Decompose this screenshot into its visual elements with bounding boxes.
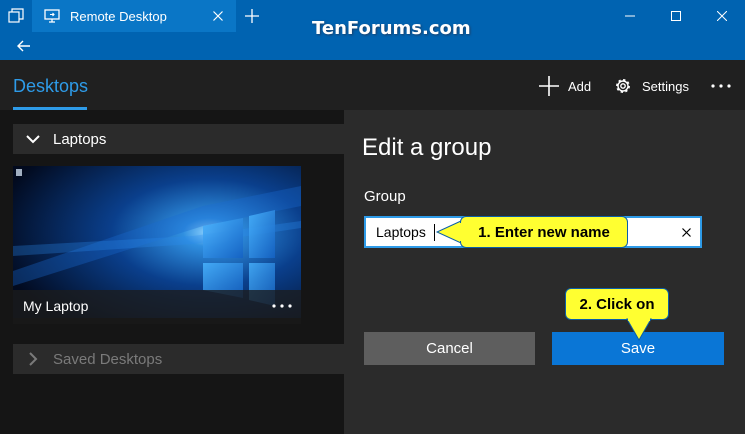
group-label: Laptops: [53, 130, 107, 148]
desktop-tile-caption: My Laptop: [13, 290, 301, 324]
more-options-button[interactable]: [706, 74, 736, 98]
watermark: TenForums.com: [312, 18, 471, 39]
desktop-tile[interactable]: My Laptop: [13, 166, 301, 324]
callout-pointer: [626, 318, 652, 342]
plus-icon: [245, 9, 259, 23]
group-header-saved-desktops[interactable]: Saved Desktops: [13, 344, 344, 374]
edit-group-panel: Edit a group Group Cancel Save: [344, 110, 745, 434]
gear-icon: [612, 75, 634, 97]
minimize-button[interactable]: [607, 0, 653, 32]
chevron-down-icon: [13, 124, 53, 154]
maximize-button[interactable]: [653, 0, 699, 32]
tab-close-button[interactable]: [206, 4, 230, 28]
tab-title: Remote Desktop: [70, 8, 167, 24]
chevron-right-icon: [13, 344, 53, 374]
tabs-overview-icon: [8, 8, 24, 23]
callout-click-on: 2. Click on: [565, 288, 669, 320]
panel-title: Edit a group: [362, 134, 492, 161]
more-icon: [272, 304, 292, 308]
close-icon: [213, 11, 223, 21]
desktop-name: My Laptop: [23, 298, 89, 314]
close-icon: [681, 227, 691, 237]
group-label: Saved Desktops: [53, 350, 163, 368]
new-tab-button[interactable]: [236, 0, 268, 32]
add-button-label: Add: [568, 78, 592, 94]
window-close-button[interactable]: [699, 0, 745, 32]
close-icon: [717, 11, 727, 21]
callout-enter-new-name: 1. Enter new name: [460, 216, 628, 248]
back-arrow-icon: [17, 40, 30, 52]
tab-switcher-button[interactable]: [0, 0, 32, 32]
app-command-bar: Desktops Add Settings: [0, 60, 745, 110]
tab-desktops[interactable]: Desktops: [13, 76, 88, 97]
cancel-button[interactable]: Cancel: [364, 332, 535, 365]
plus-icon: [538, 75, 560, 97]
desktops-list: Laptops My Laptop Saved Desktops: [0, 110, 344, 434]
add-button[interactable]: Add: [538, 74, 591, 98]
callout-pointer: [458, 223, 466, 241]
back-button[interactable]: [0, 32, 48, 60]
remote-desktop-app-icon: [44, 8, 60, 24]
group-field-label: Group: [364, 188, 406, 205]
text-cursor: [434, 224, 435, 241]
maximize-icon: [671, 11, 681, 21]
desktop-more-options-button[interactable]: [269, 296, 295, 316]
group-header-laptops[interactable]: Laptops: [13, 124, 344, 154]
more-icon: [711, 84, 731, 88]
settings-button[interactable]: Settings: [612, 74, 689, 98]
clear-text-button[interactable]: [678, 224, 694, 240]
minimize-icon: [625, 15, 635, 17]
settings-button-label: Settings: [642, 78, 689, 94]
tab-remote-desktop[interactable]: Remote Desktop: [32, 0, 236, 32]
